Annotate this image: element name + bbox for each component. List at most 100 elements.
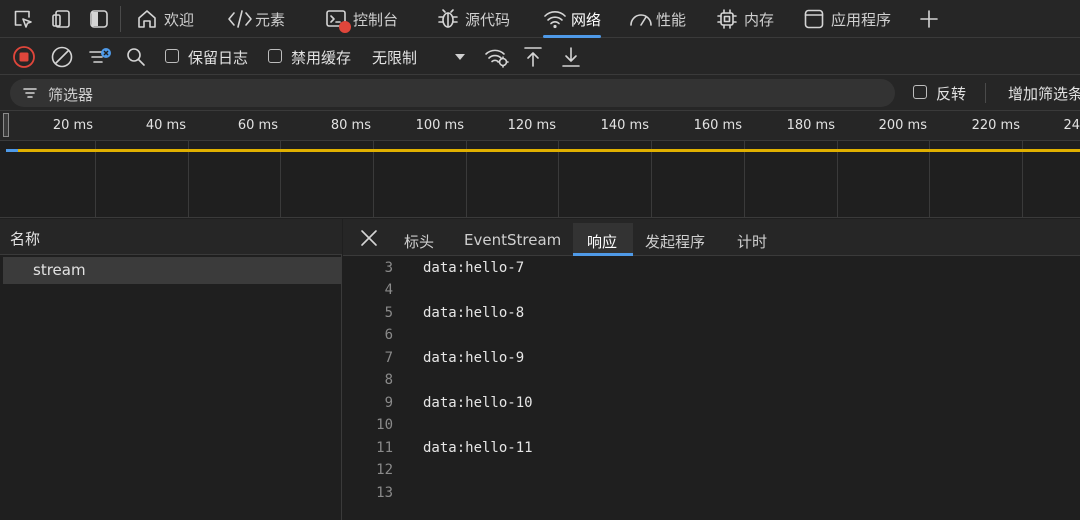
filter-placeholder: 筛选器 bbox=[48, 86, 94, 104]
network-conditions-icon[interactable] bbox=[484, 45, 509, 69]
request-list: 名称 stream bbox=[0, 219, 342, 520]
code-line: 3 data:hello-7 bbox=[343, 260, 1043, 280]
line-text: data:hello-7 bbox=[423, 260, 525, 276]
clear-icon[interactable] bbox=[50, 45, 74, 69]
filter-input[interactable]: 筛选器 bbox=[10, 79, 895, 107]
tick-label: 120 ms bbox=[507, 118, 556, 133]
code-line: 10 bbox=[343, 417, 1043, 437]
divider bbox=[120, 6, 121, 32]
name-column-header[interactable]: 名称 bbox=[0, 219, 342, 255]
line-number: 6 bbox=[384, 327, 393, 343]
line-number: 5 bbox=[384, 305, 393, 321]
disable-cache-checkbox[interactable] bbox=[268, 49, 282, 63]
code-brackets-icon bbox=[227, 8, 252, 30]
gauge-icon bbox=[628, 8, 652, 30]
tick-label: 60 ms bbox=[237, 118, 278, 133]
network-toolbar: 保留日志 禁用缓存 无限制 bbox=[0, 38, 1080, 75]
code-line: 9 data:hello-10 bbox=[343, 395, 1043, 415]
console-icon bbox=[325, 8, 351, 33]
line-number: 12 bbox=[376, 462, 393, 478]
wifi-icon bbox=[543, 8, 566, 30]
device-emulation-icon[interactable] bbox=[50, 8, 72, 30]
code-line: 11 data:hello-11 bbox=[343, 440, 1043, 460]
request-start-marker bbox=[6, 149, 18, 152]
tick-label: 100 ms bbox=[415, 118, 464, 133]
tick-label: 180 ms bbox=[786, 118, 835, 133]
tab-elements[interactable]: 元素 bbox=[227, 0, 285, 38]
toggle-sidebar-icon[interactable] bbox=[88, 8, 110, 30]
tick-label: 40 ms bbox=[145, 118, 186, 133]
line-number: 3 bbox=[384, 260, 393, 276]
tick-label: 200 ms bbox=[878, 118, 927, 133]
code-line: 8 bbox=[343, 372, 1043, 392]
code-line: 12 bbox=[343, 462, 1043, 482]
record-stop-icon[interactable] bbox=[12, 45, 36, 69]
line-text: data:hello-10 bbox=[423, 395, 533, 411]
search-icon[interactable] bbox=[124, 45, 148, 69]
code-line: 5 data:hello-8 bbox=[343, 305, 1043, 325]
line-text: data:hello-8 bbox=[423, 305, 525, 321]
tab-memory[interactable]: 内存 bbox=[716, 0, 774, 38]
tick-label: 160 ms bbox=[693, 118, 742, 133]
filter-clear-icon[interactable] bbox=[88, 45, 112, 69]
tab-response[interactable]: 响应 bbox=[573, 223, 633, 256]
timeline-ruler: 20 ms 40 ms 60 ms 80 ms 100 ms 120 ms 14… bbox=[0, 111, 1080, 141]
request-waiting-bar bbox=[18, 149, 1080, 152]
tab-network[interactable]: 网络 bbox=[543, 0, 602, 38]
tick-label: 24 bbox=[1063, 118, 1080, 133]
tab-application[interactable]: 应用程序 bbox=[803, 0, 891, 38]
line-text: data:hello-11 bbox=[423, 440, 533, 456]
inspect-element-icon[interactable] bbox=[12, 8, 34, 30]
line-number: 13 bbox=[376, 485, 393, 501]
response-body[interactable]: 3 data:hello-7 4 5 data:hello-8 6 7 data:he… bbox=[343, 257, 1080, 520]
disable-cache-label: 禁用缓存 bbox=[291, 49, 352, 67]
tab-initiator[interactable]: 发起程序 bbox=[645, 231, 705, 252]
preserve-log-label: 保留日志 bbox=[188, 49, 249, 67]
preserve-log-checkbox[interactable] bbox=[165, 49, 179, 63]
code-line: 13 bbox=[343, 485, 1043, 505]
timeline-selection-handle[interactable] bbox=[3, 113, 9, 137]
app-window-icon bbox=[803, 8, 825, 30]
line-number: 10 bbox=[376, 417, 393, 433]
tab-sources[interactable]: 源代码 bbox=[437, 0, 510, 38]
home-icon bbox=[136, 8, 158, 30]
line-number: 9 bbox=[384, 395, 393, 411]
timeline-overview[interactable]: 20 ms 40 ms 60 ms 80 ms 100 ms 120 ms 14… bbox=[0, 111, 1080, 218]
divider bbox=[985, 83, 986, 103]
line-text: data:hello-9 bbox=[423, 350, 525, 366]
invert-label: 反转 bbox=[936, 85, 967, 103]
invert-checkbox[interactable] bbox=[913, 85, 927, 99]
tick-label: 140 ms bbox=[600, 118, 649, 133]
request-row[interactable]: stream bbox=[3, 257, 341, 284]
line-number: 7 bbox=[384, 350, 393, 366]
code-line: 4 bbox=[343, 282, 1043, 302]
tab-performance[interactable]: 性能 bbox=[628, 0, 686, 38]
request-details: 标头 EventStream 响应 发起程序 计时 3 data:hello-7 … bbox=[343, 219, 1080, 520]
details-tab-bar: 标头 EventStream 响应 发起程序 计时 bbox=[343, 219, 1080, 256]
close-icon[interactable] bbox=[359, 228, 379, 248]
tab-headers[interactable]: 标头 bbox=[404, 231, 434, 252]
bug-icon bbox=[437, 8, 459, 30]
error-badge-icon bbox=[339, 21, 351, 33]
tick-label: 20 ms bbox=[52, 118, 93, 133]
tick-label: 80 ms bbox=[330, 118, 371, 133]
tab-welcome[interactable]: 欢迎 bbox=[136, 0, 194, 38]
import-har-icon[interactable] bbox=[522, 45, 546, 69]
line-number: 11 bbox=[376, 440, 393, 456]
dropdown-arrow-icon[interactable] bbox=[453, 50, 467, 64]
line-number: 4 bbox=[384, 282, 393, 298]
devtools-tab-bar: 欢迎 元素 控制台 源代码 网络 性能 内存 应用程序 bbox=[0, 0, 1080, 38]
line-number: 8 bbox=[384, 372, 393, 388]
export-har-icon[interactable] bbox=[560, 45, 584, 69]
tab-timing[interactable]: 计时 bbox=[737, 231, 767, 252]
code-line: 6 bbox=[343, 327, 1043, 347]
tab-console[interactable]: 控制台 bbox=[325, 0, 398, 38]
add-tab-icon[interactable] bbox=[918, 8, 940, 30]
more-filters-button[interactable]: 增加筛选条 bbox=[1008, 83, 1080, 104]
filter-icon bbox=[23, 88, 37, 98]
throttling-select[interactable]: 无限制 bbox=[372, 47, 417, 68]
chip-icon bbox=[716, 8, 738, 30]
code-line: 7 data:hello-9 bbox=[343, 350, 1043, 370]
tab-eventstream[interactable]: EventStream bbox=[464, 231, 561, 249]
filter-bar: 筛选器 反转 增加筛选条 bbox=[0, 75, 1080, 111]
